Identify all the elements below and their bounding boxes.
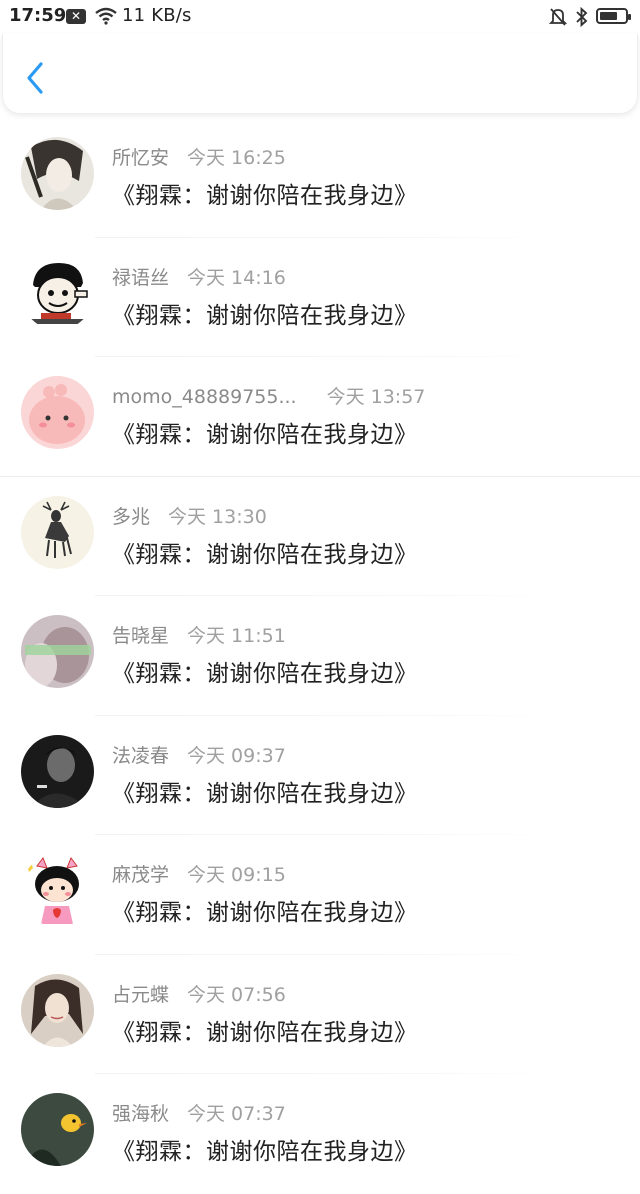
list-item[interactable]: 麻茂学 今天 09:15 《翔霖：谢谢你陪在我身边》 <box>0 835 640 955</box>
user-name[interactable]: 所忆安 <box>112 147 169 169</box>
avatar[interactable] <box>21 1093 94 1166</box>
item-meta: 占元蝶 今天 07:56 <box>112 980 286 1007</box>
list-item[interactable]: 所忆安 今天 16:25 《翔霖：谢谢你陪在我身边》 <box>0 118 640 238</box>
message-text: 《翔霖：谢谢你陪在我身边》 <box>112 1139 418 1165</box>
chevron-left-icon <box>27 62 43 94</box>
item-meta: 法凌春 今天 09:37 <box>112 741 286 768</box>
message-text: 《翔霖：谢谢你陪在我身边》 <box>112 900 418 926</box>
user-name[interactable]: 告晓星 <box>112 625 169 647</box>
user-name[interactable]: 多兆 <box>112 506 150 528</box>
user-name[interactable]: 占元蝶 <box>112 984 169 1006</box>
avatar[interactable] <box>21 734 94 808</box>
avatar[interactable] <box>21 854 94 927</box>
avatar[interactable] <box>21 256 94 330</box>
back-button[interactable] <box>21 60 51 96</box>
timestamp: 今天 09:37 <box>187 744 286 767</box>
wifi-icon <box>95 7 117 25</box>
network-speed: 11 KB/s <box>122 5 192 26</box>
avatar[interactable] <box>21 376 94 449</box>
message-text: 《翔霖：谢谢你陪在我身边》 <box>112 183 418 209</box>
message-text: 《翔霖：谢谢你陪在我身边》 <box>112 541 418 568</box>
list-item[interactable]: 占元蝶 今天 07:56 《翔霖：谢谢你陪在我身边》 <box>0 955 640 1074</box>
item-meta: 麻茂学 今天 09:15 <box>112 860 286 887</box>
avatar[interactable] <box>21 615 94 688</box>
user-name[interactable]: 强海秋 <box>112 1103 169 1125</box>
list-item[interactable]: 法凌春 今天 09:37 《翔霖：谢谢你陪在我身边》 <box>0 716 640 835</box>
user-name[interactable]: 麻茂学 <box>112 864 169 886</box>
timestamp: 今天 14:16 <box>187 266 286 289</box>
list-item[interactable]: momo_48889755... 今天 13:57 《翔霖：谢谢你陪在我身边》 <box>0 357 640 477</box>
timestamp: 今天 13:57 <box>326 386 426 408</box>
timestamp: 今天 09:15 <box>187 864 286 886</box>
list-item[interactable]: 多兆 今天 13:30 《翔霖：谢谢你陪在我身边》 <box>0 477 640 596</box>
battery-icon <box>596 8 631 24</box>
bell-muted-icon <box>548 8 568 26</box>
list-item[interactable]: 告晓星 今天 11:51 《翔霖：谢谢你陪在我身边》 <box>0 596 640 716</box>
top-nav-bar <box>2 34 638 114</box>
timestamp: 今天 07:37 <box>187 1103 286 1125</box>
item-meta: momo_48889755... 今天 13:57 <box>112 382 425 409</box>
avatar[interactable] <box>21 495 94 569</box>
timestamp: 今天 16:25 <box>187 147 286 169</box>
message-text: 《翔霖：谢谢你陪在我身边》 <box>112 1019 418 1046</box>
user-name[interactable]: 法凌春 <box>112 745 169 767</box>
item-meta: 所忆安 今天 16:25 <box>112 143 286 170</box>
message-text: 《翔霖：谢谢你陪在我身边》 <box>112 422 418 448</box>
avatar[interactable] <box>21 973 94 1047</box>
item-meta: 告晓星 今天 11:51 <box>112 621 286 648</box>
list-item[interactable]: 强海秋 今天 07:37 《翔霖：谢谢你陪在我身边》 <box>0 1074 640 1194</box>
timestamp: 今天 11:51 <box>187 625 286 647</box>
avatar[interactable] <box>21 137 94 210</box>
status-time: 17:59 <box>9 5 67 26</box>
bluetooth-icon <box>576 6 588 28</box>
message-text: 《翔霖：谢谢你陪在我身边》 <box>112 661 418 687</box>
user-name[interactable]: momo_48889755... <box>112 386 297 408</box>
timestamp: 今天 13:30 <box>168 505 267 528</box>
message-text: 《翔霖：谢谢你陪在我身边》 <box>112 302 418 329</box>
notification-x-icon: ✕ <box>66 9 86 24</box>
timestamp: 今天 07:56 <box>187 983 286 1006</box>
list-item[interactable]: 禄语丝 今天 14:16 《翔霖：谢谢你陪在我身边》 <box>0 238 640 357</box>
status-bar: 17:59 ✕ 11 KB/s <box>0 0 640 34</box>
item-meta: 多兆 今天 13:30 <box>112 502 267 529</box>
item-meta: 禄语丝 今天 14:16 <box>112 263 286 290</box>
message-list: 所忆安 今天 16:25 《翔霖：谢谢你陪在我身边》 禄语丝 今天 14:16 《翔… <box>0 118 640 1194</box>
item-meta: 强海秋 今天 07:37 <box>112 1099 286 1126</box>
user-name[interactable]: 禄语丝 <box>112 267 169 289</box>
message-text: 《翔霖：谢谢你陪在我身边》 <box>112 780 418 807</box>
